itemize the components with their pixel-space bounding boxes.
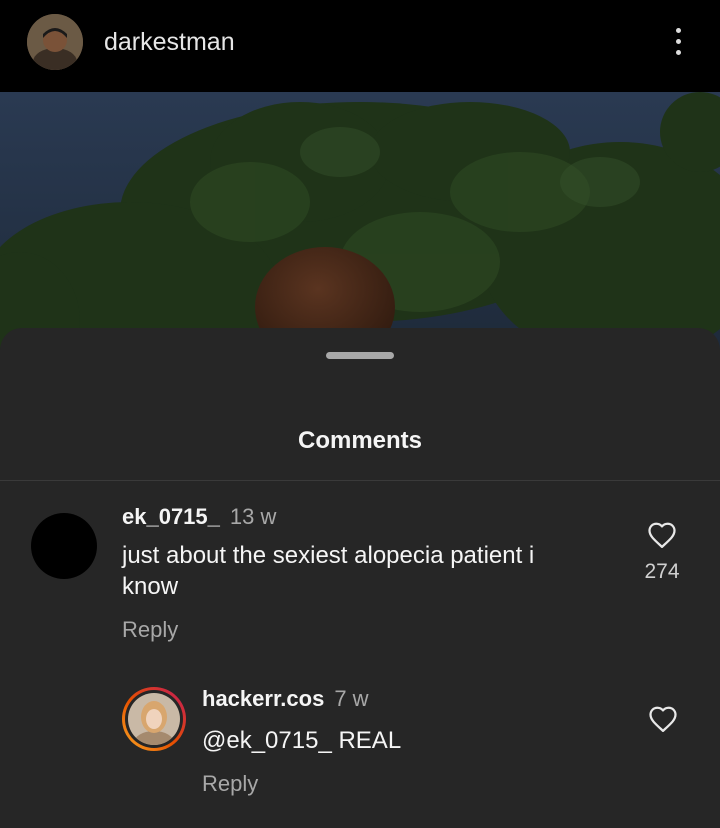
reply-avatar-photo: [128, 693, 180, 745]
comment-header: ek_0715_ 13 w: [122, 504, 276, 530]
comment-time: 13 w: [229, 504, 277, 529]
reply-text: @ek_0715_ REAL: [202, 727, 402, 754]
story-ring-avatar[interactable]: [122, 687, 186, 751]
reply-time: 7 w: [334, 686, 369, 711]
comments-sheet: Comments ek_0715_ 13 w just about the sex…: [0, 328, 720, 828]
reply-button[interactable]: Reply: [202, 771, 258, 797]
post-header: darkestman: [0, 0, 720, 92]
post-image[interactable]: [0, 92, 720, 352]
sheet-title: Comments: [297, 427, 423, 454]
more-vertical-icon[interactable]: [670, 28, 686, 62]
divider: [0, 480, 720, 481]
drag-handle[interactable]: [326, 352, 394, 359]
reply-button[interactable]: Reply: [122, 617, 178, 643]
profile-avatar[interactable]: [27, 14, 83, 70]
heart-icon[interactable]: [647, 521, 677, 549]
comment-username[interactable]: ek_0715_: [122, 504, 220, 529]
comment-text: just about the sexiest alopecia patient …: [122, 542, 535, 600]
reply-username[interactable]: hackerr.cos: [202, 686, 324, 711]
reply-header: hackerr.cos 7 w: [202, 686, 369, 712]
commenter-avatar[interactable]: [31, 513, 97, 579]
heart-icon[interactable]: [648, 705, 678, 733]
post-username[interactable]: darkestman: [104, 28, 235, 57]
like-count: 274: [644, 560, 680, 583]
